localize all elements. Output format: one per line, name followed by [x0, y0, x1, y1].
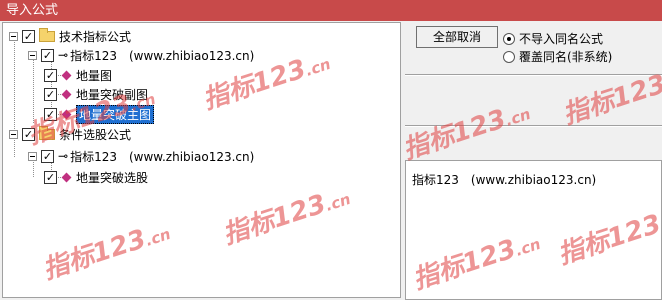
formula-item-icon	[61, 70, 72, 80]
collapse-icon[interactable]	[28, 50, 37, 60]
window-title: 导入公式	[6, 3, 59, 18]
radio-selected-icon[interactable]	[503, 32, 515, 45]
radio-icon[interactable]	[503, 50, 515, 63]
folder-icon	[39, 27, 55, 42]
item-label: 地量突破选股	[76, 170, 149, 185]
formula-item-icon	[61, 89, 72, 99]
tree-item[interactable]: ✓ 地量图	[44, 66, 112, 84]
formula-description-panel: 指标123 (www.zhibiao123.cn)	[405, 160, 662, 300]
collapse-icon[interactable]	[28, 151, 37, 161]
deselect-all-button[interactable]: 全部取消	[416, 26, 498, 48]
tree-item-selected[interactable]: ✓ 地量突破主图	[44, 104, 155, 124]
title-bar: 导入公式	[0, 0, 662, 21]
item-checkbox[interactable]: ✓	[44, 68, 57, 82]
separator	[405, 125, 662, 127]
tree-formula-2[interactable]: ✓ ⊸ 指标123 (www.zhibiao123.cn)	[28, 147, 254, 165]
group-checkbox[interactable]: ✓	[22, 29, 35, 43]
tree-group-technical[interactable]: ✓ 技术指标公式	[9, 27, 131, 45]
item-checkbox[interactable]: ✓	[44, 107, 57, 121]
option-overwrite-same[interactable]: 覆盖同名(非系统)	[503, 48, 612, 65]
formula-tree[interactable]: ✓ 技术指标公式 ✓ ⊸ 指标123 (www.zhibiao123.cn) ✓…	[2, 22, 401, 298]
formula-checkbox[interactable]: ✓	[41, 48, 54, 62]
collapse-icon[interactable]	[9, 129, 18, 139]
group-label: 条件选股公式	[59, 127, 132, 142]
item-label: 地量图	[76, 68, 113, 83]
option-label: 覆盖同名(非系统)	[519, 50, 613, 64]
tree-item[interactable]: ✓ 地量突破选股	[44, 168, 148, 186]
tree-group-screening[interactable]: ✓ 条件选股公式	[9, 125, 131, 143]
separator	[405, 74, 662, 76]
formula-item-icon	[61, 109, 72, 119]
watermark-logo: 指标123.cn	[559, 69, 662, 131]
group-checkbox[interactable]: ✓	[22, 127, 35, 141]
description-text: 指标123 (www.zhibiao123.cn)	[412, 173, 597, 187]
group-label: 技术指标公式	[59, 29, 132, 44]
item-checkbox[interactable]: ✓	[44, 87, 57, 101]
key-icon: ⊸	[58, 149, 68, 163]
item-label: 地量突破副图	[76, 87, 149, 102]
watermark-logo: 指标123.cn	[399, 104, 533, 166]
formula-label: 指标123 (www.zhibiao123.cn)	[70, 149, 255, 164]
folder-icon	[39, 125, 55, 140]
option-no-import-same[interactable]: 不导入同名公式	[503, 30, 603, 47]
collapse-icon[interactable]	[9, 31, 18, 41]
item-label: 地量突破主图	[76, 104, 155, 124]
key-icon: ⊸	[58, 48, 68, 62]
item-checkbox[interactable]: ✓	[44, 170, 57, 184]
formula-item-icon	[61, 172, 72, 182]
tree-formula-1[interactable]: ✓ ⊸ 指标123 (www.zhibiao123.cn)	[28, 46, 254, 64]
formula-checkbox[interactable]: ✓	[41, 149, 54, 163]
option-label: 不导入同名公式	[519, 32, 604, 46]
tree-line	[33, 55, 34, 123]
formula-label: 指标123 (www.zhibiao123.cn)	[70, 48, 255, 63]
tree-item[interactable]: ✓ 地量突破副图	[44, 85, 148, 103]
